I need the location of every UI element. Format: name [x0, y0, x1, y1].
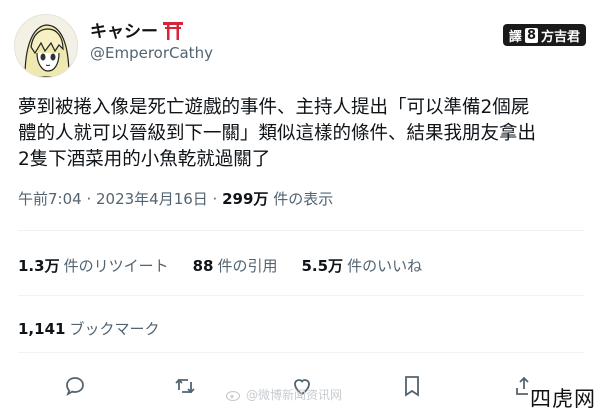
- likes-label: 件のいいね: [347, 257, 423, 275]
- reply-button[interactable]: [63, 374, 89, 400]
- bookmarks-stat[interactable]: 1,141 ブックマーク: [18, 318, 159, 339]
- tweet-text: 夢到被捲入像是死亡遊戲的事件、主持人提出「可以準備2個屍 體的人就可以晉級到下一…: [18, 97, 537, 170]
- quotes-stat[interactable]: 88 件の引用: [193, 255, 278, 276]
- anime-avatar-icon: [24, 24, 70, 77]
- weibo-watermark: @微博新闻资讯网: [226, 386, 342, 403]
- weibo-icon: [226, 390, 241, 401]
- translator-badge-number: 8: [524, 27, 538, 43]
- retweet-button[interactable]: [173, 374, 199, 400]
- user-avatar[interactable]: [14, 14, 78, 78]
- retweets-stat[interactable]: 1.3万 件のリツイート: [18, 255, 169, 276]
- views-count: 299万: [222, 190, 269, 208]
- engagement-stats: 1.3万 件のリツイート 88 件の引用 5.5万 件のいいね: [18, 255, 422, 276]
- corner-brand-text: 四虎网: [530, 387, 596, 411]
- retweets-label: 件のリツイート: [63, 257, 169, 275]
- translator-badge-name: 方吉君: [540, 29, 580, 45]
- tweet-meta: 午前7:04 · 2023年4月16日 · 299万 件の表示: [18, 188, 333, 209]
- reply-icon: [66, 377, 84, 396]
- bookmark-button[interactable]: [400, 374, 426, 400]
- likes-stat[interactable]: 5.5万 件のいいね: [301, 255, 422, 276]
- torii-gate-icon: [163, 21, 183, 40]
- bookmarks-label: ブックマーク: [69, 320, 160, 338]
- translator-badge: 譯 8 方吉君: [502, 24, 586, 46]
- divider: [18, 295, 584, 296]
- bookmarks-count: 1,141: [18, 320, 66, 338]
- translator-badge-prefix: 譯: [508, 29, 522, 45]
- corner-brand-logo: 四虎网: [528, 381, 598, 415]
- bookmark-icon: [405, 376, 419, 397]
- retweets-count: 1.3万: [18, 257, 60, 275]
- watermark-text: @微博新闻资讯网: [246, 388, 343, 402]
- likes-count: 5.5万: [301, 257, 344, 275]
- views-label: 件の表示: [268, 190, 334, 208]
- display-name-text: キャシー: [90, 22, 158, 42]
- quotes-count: 88: [192, 257, 214, 275]
- quotes-label: 件の引用: [217, 257, 278, 275]
- user-handle[interactable]: @EmperorCathy: [90, 44, 213, 62]
- tweet-timestamp[interactable]: 午前7:04 · 2023年4月16日 ·: [18, 190, 222, 208]
- retweet-icon: [175, 378, 195, 394]
- display-name[interactable]: キャシー: [90, 17, 184, 42]
- divider: [18, 230, 584, 231]
- divider: [18, 352, 584, 353]
